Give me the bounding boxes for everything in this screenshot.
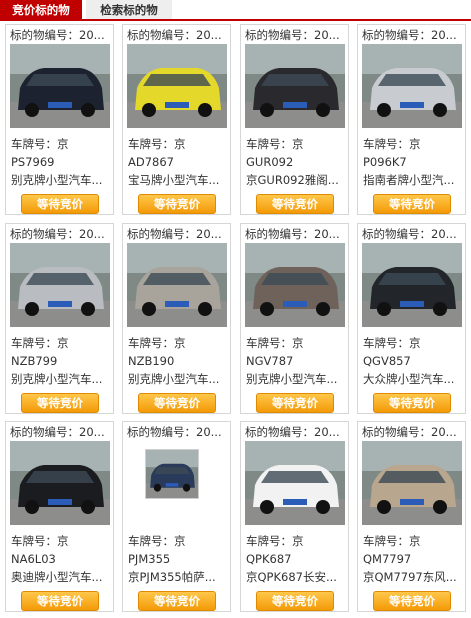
await-bid-button[interactable]: 等待竞价	[256, 393, 334, 413]
item-code[interactable]: 标的物编号：20...	[10, 28, 114, 43]
await-bid-button[interactable]: 等待竞价	[138, 591, 216, 611]
vehicle-description[interactable]: 别克牌小型汽车...	[128, 371, 230, 387]
item-code[interactable]: 标的物编号：20...	[127, 425, 231, 440]
vehicle-photo[interactable]	[245, 441, 345, 525]
plate-number: QM7797	[363, 552, 412, 566]
plate-number: GUR092	[246, 155, 294, 169]
auction-item-card[interactable]: 标的物编号：20... 车牌号：京 NA6L03 奥迪牌小型汽车... 等待竞价	[5, 421, 114, 612]
auction-item-card[interactable]: 标的物编号：20... 车牌号：京 NGV787 别克牌小型汽车... 等待竞价	[240, 223, 349, 414]
vehicle-description[interactable]: 京PJM355帕萨...	[128, 569, 230, 585]
plate-label: 车牌号：京	[128, 336, 186, 350]
vehicle-photo[interactable]	[362, 243, 462, 327]
plate-number: PS7969	[11, 155, 55, 169]
plate-label: 车牌号：京	[363, 336, 421, 350]
item-code[interactable]: 标的物编号：20...	[245, 28, 349, 43]
item-code[interactable]: 标的物编号：20...	[127, 28, 231, 43]
vehicle-description[interactable]: 大众牌小型汽车...	[363, 371, 465, 387]
auction-item-card[interactable]: 标的物编号：20... 车牌号：京 QPK687 京QPK687长安... 等待竞价	[240, 421, 349, 612]
item-code[interactable]: 标的物编号：20...	[10, 425, 114, 440]
auction-item-card[interactable]: 标的物编号：20... 车牌号：京 PS7969 别克牌小型汽车... 等待竞价	[5, 24, 114, 215]
auction-item-card[interactable]: 标的物编号：20... 车牌号：京 AD7867 宝马牌小型汽车... 等待竞价	[122, 24, 231, 215]
item-code[interactable]: 标的物编号：20...	[245, 227, 349, 242]
plate-label: 车牌号：京	[11, 534, 69, 548]
auction-item-card[interactable]: 标的物编号：20... 车牌号：京 NZB190 别克牌小型汽车... 等待竞价	[122, 223, 231, 414]
tab-search-items[interactable]: 检索标的物	[86, 0, 172, 20]
vehicle-description[interactable]: 宝马牌小型汽车...	[128, 172, 230, 188]
vehicle-description[interactable]: 指南者牌小型汽...	[363, 172, 465, 188]
item-code[interactable]: 标的物编号：20...	[127, 227, 231, 242]
vehicle-photo[interactable]	[127, 44, 227, 128]
auction-item-card[interactable]: 标的物编号：20... 车牌号：京 QM7797 京QM7797东风... 等待竞价	[357, 421, 466, 612]
vehicle-photo[interactable]	[10, 243, 110, 327]
plate-number: NA6L03	[11, 552, 56, 566]
item-code[interactable]: 标的物编号：20...	[245, 425, 349, 440]
vehicle-photo[interactable]	[245, 243, 345, 327]
plate-number: QPK687	[246, 552, 292, 566]
plate-number: QGV857	[363, 354, 411, 368]
plate-number: NZB799	[11, 354, 58, 368]
vehicle-description[interactable]: 别克牌小型汽车...	[11, 371, 113, 387]
await-bid-button[interactable]: 等待竞价	[373, 591, 451, 611]
tab-bar: 竞价标的物 检索标的物	[0, 0, 471, 21]
await-bid-button[interactable]: 等待竞价	[373, 194, 451, 214]
await-bid-button[interactable]: 等待竞价	[256, 194, 334, 214]
plate-label: 车牌号：京	[246, 137, 304, 151]
vehicle-description[interactable]: 奥迪牌小型汽车...	[11, 569, 113, 585]
auction-item-card[interactable]: 标的物编号：20... 车牌号：京 PJM355 京PJM355帕萨... 等待竞价	[122, 421, 231, 612]
plate-label: 车牌号：京	[246, 336, 304, 350]
vehicle-photo[interactable]	[245, 44, 345, 128]
auction-item-card[interactable]: 标的物编号：20... 车牌号：京 GUR092 京GUR092雅阁... 等待竞价	[240, 24, 349, 215]
vehicle-description[interactable]: 京GUR092雅阁...	[246, 172, 348, 188]
plate-number: NZB190	[128, 354, 175, 368]
vehicle-photo[interactable]	[145, 449, 199, 499]
auction-item-card[interactable]: 标的物编号：20... 车牌号：京 NZB799 别克牌小型汽车... 等待竞价	[5, 223, 114, 414]
item-code[interactable]: 标的物编号：20...	[362, 425, 466, 440]
plate-label: 车牌号：京	[128, 137, 186, 151]
item-code[interactable]: 标的物编号：20...	[10, 227, 114, 242]
await-bid-button[interactable]: 等待竞价	[138, 393, 216, 413]
vehicle-photo[interactable]	[10, 44, 110, 128]
tab-underline	[0, 19, 471, 21]
plate-label: 车牌号：京	[11, 336, 69, 350]
plate-label: 车牌号：京	[363, 137, 421, 151]
plate-number: P096K7	[363, 155, 407, 169]
vehicle-photo[interactable]	[10, 441, 110, 525]
await-bid-button[interactable]: 等待竞价	[21, 591, 99, 611]
vehicle-photo[interactable]	[127, 243, 227, 327]
tab-auction-items[interactable]: 竞价标的物	[0, 0, 82, 21]
plate-label: 车牌号：京	[11, 137, 69, 151]
plate-number: NGV787	[246, 354, 294, 368]
item-code[interactable]: 标的物编号：20...	[362, 227, 466, 242]
await-bid-button[interactable]: 等待竞价	[138, 194, 216, 214]
plate-label: 车牌号：京	[128, 534, 186, 548]
plate-number: AD7867	[128, 155, 174, 169]
await-bid-button[interactable]: 等待竞价	[256, 591, 334, 611]
auction-item-card[interactable]: 标的物编号：20... 车牌号：京 P096K7 指南者牌小型汽... 等待竞价	[357, 24, 466, 215]
await-bid-button[interactable]: 等待竞价	[21, 194, 99, 214]
await-bid-button[interactable]: 等待竞价	[21, 393, 99, 413]
vehicle-photo[interactable]	[362, 441, 462, 525]
await-bid-button[interactable]: 等待竞价	[373, 393, 451, 413]
item-code[interactable]: 标的物编号：20...	[362, 28, 466, 43]
vehicle-description[interactable]: 京QPK687长安...	[246, 569, 348, 585]
plate-number: PJM355	[128, 552, 171, 566]
vehicle-description[interactable]: 别克牌小型汽车...	[246, 371, 348, 387]
plate-label: 车牌号：京	[246, 534, 304, 548]
plate-label: 车牌号：京	[363, 534, 421, 548]
vehicle-photo[interactable]	[362, 44, 462, 128]
vehicle-description[interactable]: 京QM7797东风...	[363, 569, 465, 585]
auction-item-card[interactable]: 标的物编号：20... 车牌号：京 QGV857 大众牌小型汽车... 等待竞价	[357, 223, 466, 414]
vehicle-description[interactable]: 别克牌小型汽车...	[11, 172, 113, 188]
